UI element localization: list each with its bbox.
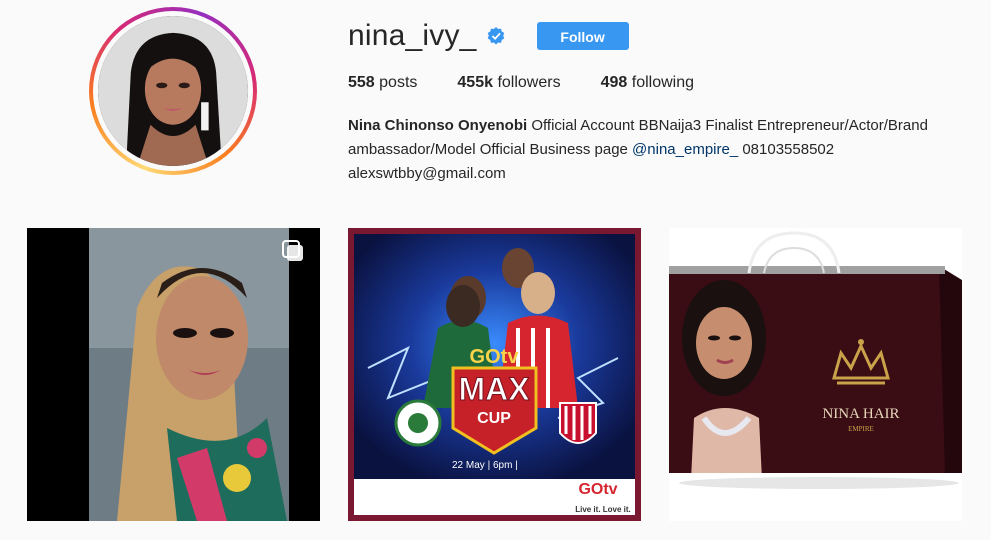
post-3-graphic: NINA HAIR EMPIRE xyxy=(669,228,962,521)
post-2-title: MAX xyxy=(458,371,530,407)
follow-button[interactable]: Follow xyxy=(536,22,629,50)
profile-avatar-ring xyxy=(89,7,257,175)
bio-email: alexswtbby@gmail.com xyxy=(348,165,506,182)
bio-phone: 08103558502 xyxy=(738,141,835,158)
posts-stat: 558 posts xyxy=(348,74,417,92)
post-2-graphic: GOtv MAX CUP 22 May | 6pm | GOtv Live it… xyxy=(348,228,641,521)
avatar-photo xyxy=(98,16,248,166)
post-2-tagline: Live it. Love it. xyxy=(575,505,631,514)
post-thumbnail-3[interactable]: NINA HAIR EMPIRE xyxy=(669,228,962,521)
post-2-date: 22 May | 6pm | xyxy=(452,460,518,471)
post-thumbnail-1[interactable] xyxy=(27,228,320,521)
posts-label: posts xyxy=(379,74,418,91)
post-3-brand-sub: EMPIRE xyxy=(848,425,874,433)
username: nina_ivy_ xyxy=(348,19,477,52)
post-3-brand: NINA HAIR xyxy=(822,406,899,422)
following-stat[interactable]: 498 following xyxy=(601,74,694,92)
following-label: following xyxy=(631,74,695,91)
multiple-photos-icon xyxy=(280,238,306,264)
post-2-subtitle: CUP xyxy=(477,410,511,427)
profile-avatar[interactable] xyxy=(98,16,248,166)
profile-bio: Nina Chinonso Onyenobi Official Account … xyxy=(348,114,968,186)
followers-label: followers xyxy=(497,74,561,91)
following-count: 498 xyxy=(600,74,628,91)
posts-count: 558 xyxy=(348,74,375,91)
post-2-footer-brand: GOtv xyxy=(578,481,617,498)
post-1-photo xyxy=(27,228,320,521)
post-thumbnail-2[interactable]: GOtv MAX CUP 22 May | 6pm | GOtv Live it… xyxy=(348,228,641,521)
post-2-brand: GOtv xyxy=(470,346,520,368)
username-row: nina_ivy_ Follow xyxy=(348,18,629,54)
full-name: Nina Chinonso Onyenobi xyxy=(348,117,528,134)
followers-count: 455k xyxy=(457,74,493,91)
mention-link[interactable]: @nina_empire_ xyxy=(632,141,738,158)
verified-badge-icon xyxy=(487,27,505,45)
profile-stats: 558 posts 455k followers 498 following xyxy=(348,74,734,92)
followers-stat[interactable]: 455k followers xyxy=(457,74,560,92)
